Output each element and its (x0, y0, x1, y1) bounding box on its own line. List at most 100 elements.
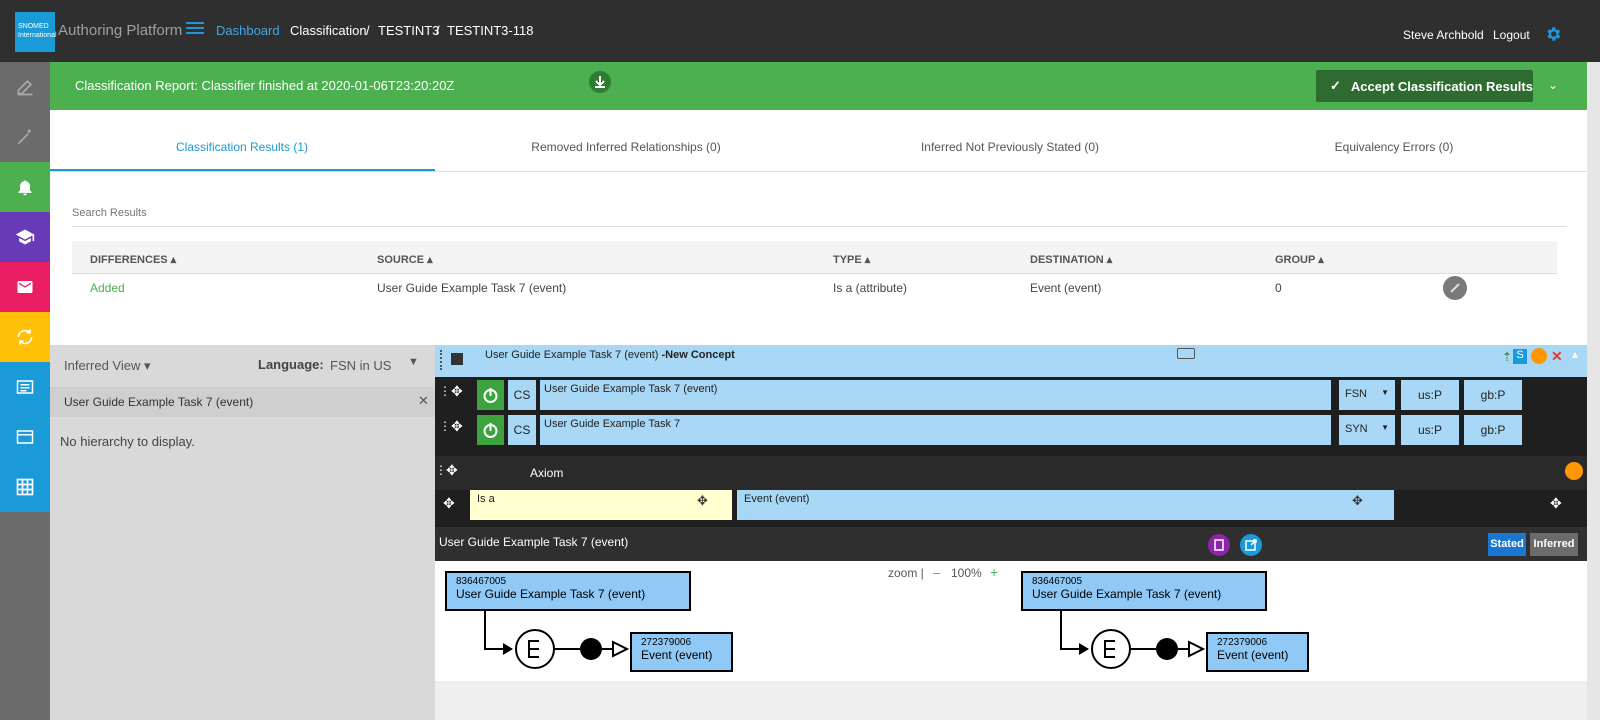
column-header-destination[interactable]: DESTINATION ▴ (1030, 253, 1112, 266)
close-icon[interactable]: ✕ (418, 393, 429, 409)
results-tabs: Classification Results (1) Removed Infer… (50, 110, 1587, 172)
concept-id: 836467005 (456, 576, 507, 587)
parent-concept-node[interactable]: 272379006 Event (event) (630, 632, 733, 672)
classification-report-text: Classification Report: Classifier finish… (75, 78, 455, 93)
move-icon[interactable]: ✥ (443, 495, 455, 512)
inactive-stamp-icon[interactable] (451, 353, 463, 365)
breadcrumb-dashboard[interactable]: Dashboard (216, 23, 280, 38)
check-icon: ✓ (1330, 78, 1341, 93)
column-header-differences[interactable]: DIFFERENCES ▴ (90, 253, 176, 266)
gb-acceptability[interactable]: gb:P (1464, 415, 1522, 445)
edit-pencil-icon[interactable] (1443, 276, 1467, 300)
row-source: User Guide Example Task 7 (event) (377, 281, 567, 295)
description-type-select[interactable]: FSN ▼ (1339, 380, 1395, 410)
accept-classification-button[interactable]: ✓ Accept Classification Results (1316, 70, 1533, 102)
table-header (72, 241, 1557, 274)
chevron-down-icon[interactable]: ▼ (408, 356, 419, 368)
tab-equivalency-errors[interactable]: Equivalency Errors (0) (1202, 140, 1586, 154)
concept-node[interactable]: 836467005 User Guide Example Task 7 (eve… (1021, 571, 1267, 611)
language-select[interactable]: FSN in US (330, 358, 391, 373)
gear-icon[interactable] (1544, 25, 1562, 43)
stated-toggle-button[interactable]: Stated (1488, 533, 1526, 556)
power-toggle-icon[interactable] (477, 415, 504, 445)
zoom-in-button[interactable]: + (990, 564, 998, 580)
empty-hierarchy-message: No hierarchy to display. (60, 434, 195, 449)
sync-icon[interactable] (0, 312, 50, 362)
gb-acceptability[interactable]: gb:P (1464, 380, 1522, 410)
axiom-header (435, 456, 1587, 490)
inferred-view-dropdown[interactable]: Inferred View ▾ (64, 358, 151, 374)
parent-concept-label: Event (event) (1217, 648, 1289, 662)
mail-icon[interactable] (0, 262, 50, 312)
column-header-source[interactable]: SOURCE ▴ (377, 253, 433, 266)
parent-concept-node[interactable]: 272379006 Event (event) (1206, 632, 1309, 672)
zoom-label: zoom | (888, 566, 924, 580)
column-header-group[interactable]: GROUP ▴ (1275, 253, 1324, 266)
breadcrumb-classification[interactable]: Classification (290, 23, 367, 38)
zoom-out-button[interactable]: – (933, 565, 940, 580)
move-icon[interactable]: ✥ (451, 383, 463, 400)
card-icon[interactable] (0, 412, 50, 462)
list-icon[interactable] (0, 362, 50, 412)
drag-handle-icon[interactable]: ⋮ (439, 384, 451, 398)
breadcrumb-project[interactable]: TESTINT3 (378, 23, 439, 38)
case-significance[interactable]: CS (508, 415, 536, 445)
edit-icon[interactable] (0, 62, 50, 112)
chevron-down-icon[interactable]: ⌄ (1548, 78, 1558, 92)
axiom-label: Axiom (530, 466, 564, 480)
relationship-type-field[interactable]: Is a (470, 490, 732, 520)
open-new-window-icon[interactable] (1240, 534, 1262, 556)
term-input[interactable]: User Guide Example Task 7 (event) (540, 380, 1331, 410)
term-input[interactable]: User Guide Example Task 7 (540, 415, 1331, 445)
move-icon[interactable]: ✥ (451, 418, 463, 435)
editor-footer (435, 681, 1587, 720)
us-acceptability[interactable]: us:P (1401, 415, 1459, 445)
move-icon[interactable]: ✥ (446, 462, 458, 479)
description-row: ⋮ ✥ CS User Guide Example Task 7 SYN ▼ us… (435, 415, 1587, 449)
save-icon[interactable]: S (1513, 349, 1527, 364)
hamburger-menu-icon[interactable] (186, 22, 204, 36)
concept-label: User Guide Example Task 7 (event) (456, 587, 646, 601)
user-name[interactable]: Steve Archbold (1403, 28, 1484, 42)
concept-node[interactable]: 836467005 User Guide Example Task 7 (eve… (445, 571, 691, 611)
tab-removed-inferred[interactable]: Removed Inferred Relationships (0) (434, 140, 818, 154)
app-title: Authoring Platform (58, 22, 183, 39)
wand-icon[interactable] (0, 112, 50, 162)
bell-icon[interactable] (0, 162, 50, 212)
description-row: ⋮ ✥ CS User Guide Example Task 7 (event)… (435, 380, 1587, 414)
search-results-input[interactable] (72, 199, 1567, 227)
notes-icon[interactable] (1208, 534, 1230, 556)
inferred-toggle-button[interactable]: Inferred (1530, 533, 1578, 556)
breadcrumb-task[interactable]: TESTINT3-118 (447, 23, 533, 38)
zoom-level: 100% (951, 566, 982, 580)
download-icon[interactable] (589, 71, 611, 93)
column-header-type[interactable]: TYPE ▴ (833, 253, 870, 266)
row-type: Is a (attribute) (833, 281, 908, 295)
close-icon[interactable]: ✕ (1551, 348, 1563, 365)
description-type-select[interactable]: SYN ▼ (1339, 415, 1395, 445)
move-icon[interactable]: ✥ (697, 493, 708, 509)
move-icon[interactable]: ✥ (1550, 495, 1562, 512)
parent-concept-id: 272379006 (641, 637, 692, 648)
us-acceptability[interactable]: us:P (1401, 380, 1459, 410)
keyboard-icon[interactable] (1177, 348, 1195, 359)
axiom-status-dot (1565, 462, 1583, 480)
graduation-cap-icon[interactable] (0, 212, 50, 262)
drag-handle-icon[interactable]: ⋮ (439, 419, 451, 433)
page-scrollbar[interactable] (1587, 62, 1600, 720)
move-icon[interactable]: ✥ (1352, 493, 1363, 509)
tab-inferred-not-stated[interactable]: Inferred Not Previously Stated (0) (818, 140, 1202, 154)
case-significance[interactable]: CS (508, 380, 536, 410)
power-toggle-icon[interactable] (477, 380, 504, 410)
up-arrow-icon[interactable]: ⇡ (1502, 350, 1512, 364)
selected-concept-label: User Guide Example Task 7 (event) (64, 395, 254, 409)
grid-icon[interactable] (0, 462, 50, 512)
tab-classification-results[interactable]: Classification Results (1) (50, 140, 434, 154)
drag-handle-icon[interactable] (440, 350, 444, 370)
collapse-icon[interactable]: ▲ (1570, 350, 1580, 361)
logout-link[interactable]: Logout (1493, 28, 1530, 42)
active-tab-indicator (50, 169, 435, 171)
breadcrumb-separator: / (436, 23, 440, 38)
snomed-logo[interactable]: SNOMED International (15, 12, 57, 52)
relationship-target-field[interactable]: Event (event) (737, 490, 1394, 520)
